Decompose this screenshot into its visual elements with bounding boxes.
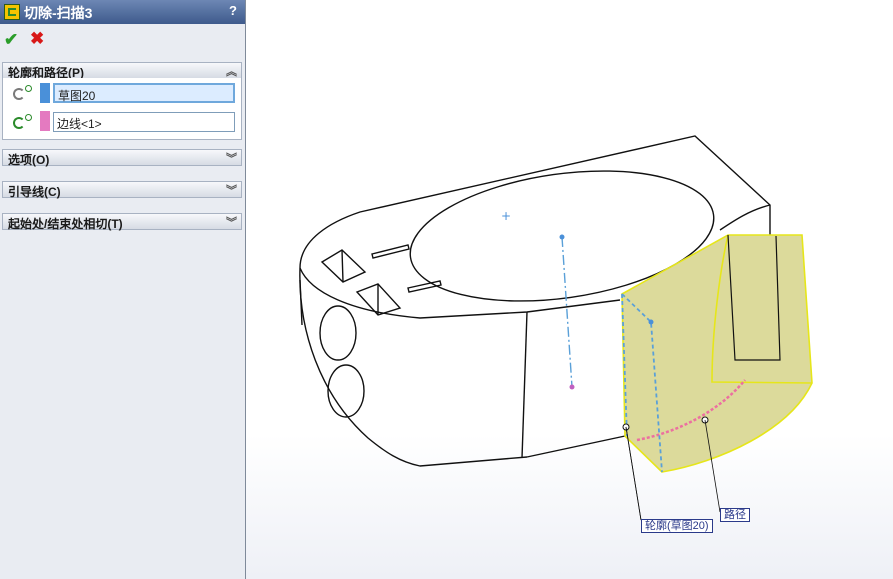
vertical-seam (521, 311, 528, 459)
cancel-button[interactable]: ✖ (30, 29, 44, 49)
group-label-guide-curves: 引导线(C) (8, 185, 61, 199)
bottom-edge (526, 435, 626, 458)
group-label-options: 选项(O) (8, 153, 50, 167)
group-header-options[interactable]: 选项(O) ︾ (2, 149, 242, 167)
path-callout[interactable]: 路径 (720, 508, 750, 522)
profile-selection-field[interactable]: 草图20 (53, 83, 235, 103)
side-hole-upper (319, 305, 357, 361)
axis-start-point (559, 234, 565, 240)
property-manager-panel: 切除-扫描3 ? ✔ ✖ 轮廓和路径(P) ︽ 草图20 边线<1> 选项(O)… (0, 0, 246, 579)
top-outline (299, 135, 771, 269)
graphics-viewport[interactable]: + 路径 轮廓(草图20) (246, 0, 893, 579)
groove-upper (371, 244, 410, 259)
feature-title: 切除-扫描3 (24, 5, 93, 21)
property-manager-titlebar: 切除-扫描3 ? (0, 0, 245, 24)
ok-button[interactable]: ✔ (4, 30, 18, 50)
group-header-start-end-tangency[interactable]: 起始处/结束处相切(T) ︾ (2, 213, 242, 231)
groove-lower (407, 280, 442, 293)
expand-down-icon[interactable]: ︾ (226, 214, 237, 230)
sweep-surface (621, 234, 813, 473)
profile-icon (13, 85, 32, 101)
axis-line (561, 236, 573, 388)
help-button[interactable]: ? (225, 3, 241, 19)
expand-down-icon[interactable]: ︾ (226, 150, 237, 166)
profile-vertex (648, 319, 654, 325)
side-edge (299, 279, 303, 326)
profile-path-body: 草图20 边线<1> (2, 78, 242, 140)
expand-down-icon[interactable]: ︾ (226, 182, 237, 198)
boss-edge (719, 204, 771, 231)
collapse-up-icon[interactable]: ︽ (226, 63, 237, 79)
axis-end-point (569, 384, 575, 390)
path-icon (13, 114, 32, 130)
path-color-swatch (40, 111, 50, 131)
group-header-profile-path[interactable]: 轮廓和路径(P) ︽ (2, 62, 242, 80)
group-label-start-end-tangency: 起始处/结束处相切(T) (8, 217, 123, 231)
slot-upper-inner (341, 249, 344, 283)
profile-callout[interactable]: 轮廓(草图20) (641, 519, 713, 533)
cut-sweep-icon (4, 4, 20, 20)
profile-color-swatch (40, 83, 50, 103)
cad-model-view: + (299, 135, 813, 521)
origin-marker: + (501, 209, 511, 223)
sweep-preview (621, 234, 813, 473)
group-header-guide-curves[interactable]: 引导线(C) ︾ (2, 181, 242, 199)
path-selection-field[interactable]: 边线<1> (53, 112, 235, 132)
side-hole-lower (327, 364, 365, 418)
